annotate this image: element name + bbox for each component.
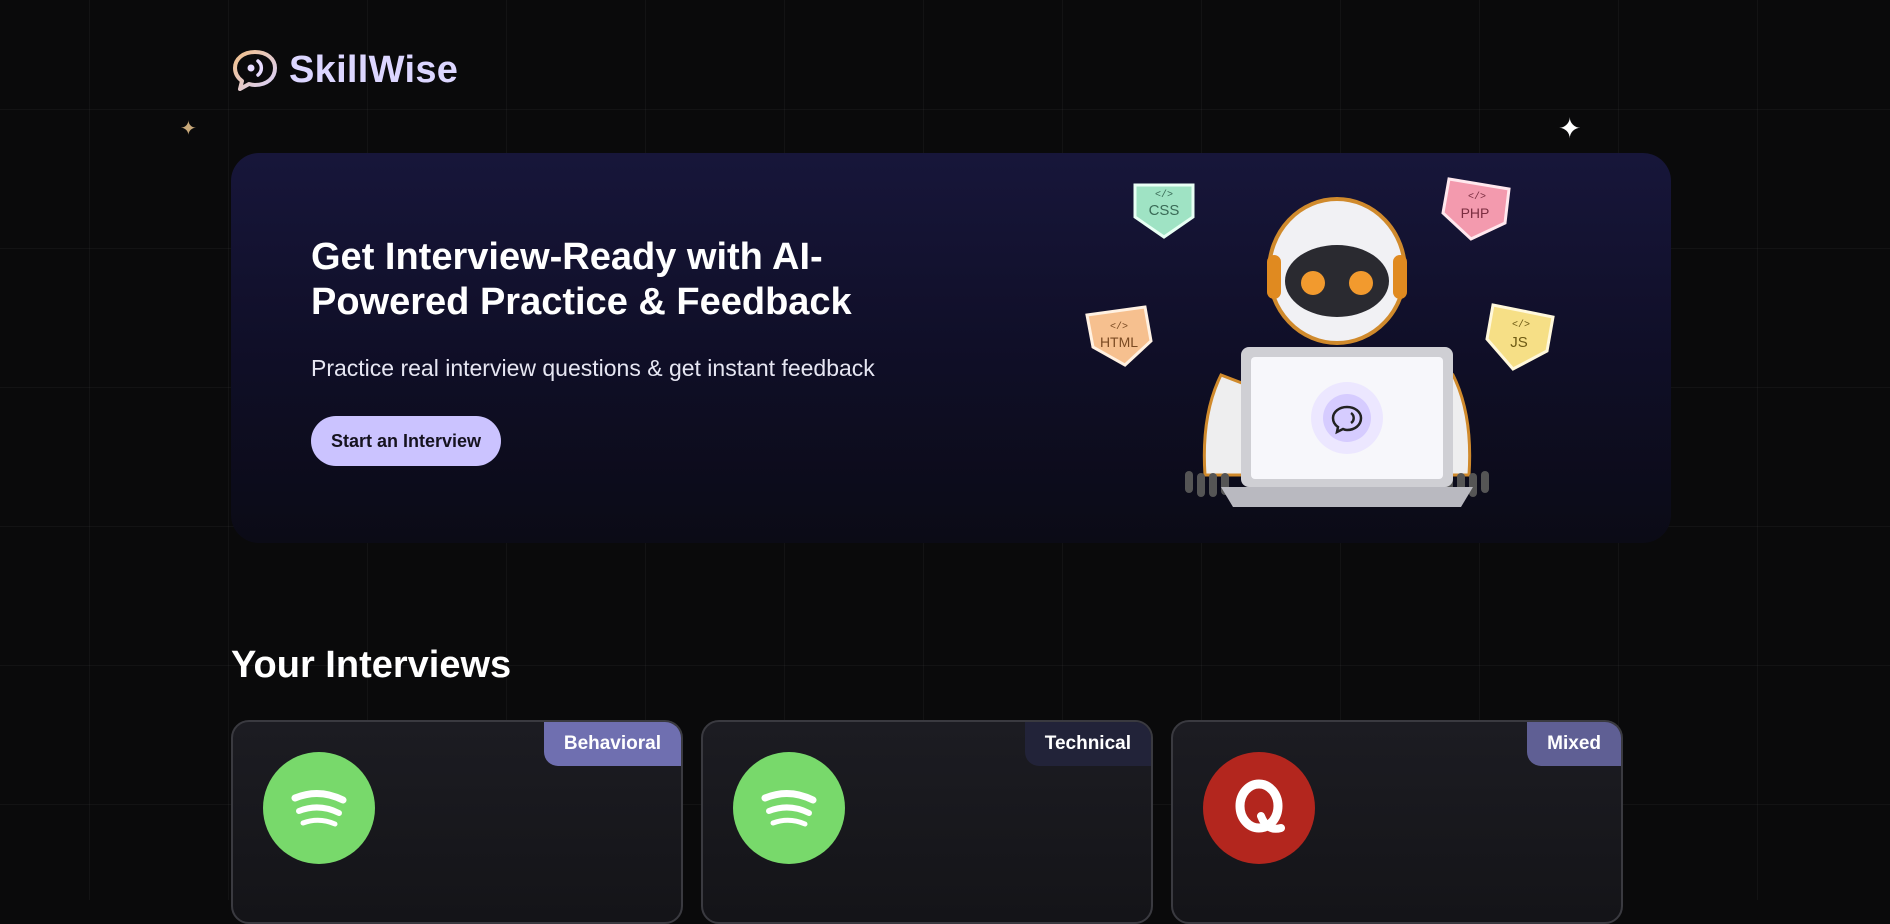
brand-logo[interactable]: SkillWise: [231, 48, 458, 92]
js-tag-label: JS: [1510, 334, 1528, 351]
interview-type-badge: Mixed: [1527, 722, 1621, 766]
svg-text:</>: </>: [1468, 191, 1486, 203]
start-interview-button[interactable]: Start an Interview: [311, 416, 502, 466]
js-tag-icon: </> JS: [1485, 303, 1555, 371]
laptop: [1221, 347, 1473, 507]
sparkle-decoration: ✦: [1558, 113, 1582, 144]
brand-name: SkillWise: [289, 48, 459, 91]
php-tag-label: PHP: [1461, 205, 1490, 221]
sparkle-decoration: ✦: [180, 118, 197, 140]
interview-card[interactable]: Technical: [701, 720, 1153, 924]
spotify-icon: [733, 752, 845, 864]
svg-text:</>: </>: [1155, 189, 1173, 201]
svg-text:</>: </>: [1110, 321, 1128, 333]
svg-text:</>: </>: [1512, 319, 1530, 331]
html-tag-label: HTML: [1100, 334, 1138, 350]
spotify-icon: [263, 752, 375, 864]
chat-bubble-logo-icon: [233, 50, 277, 91]
php-tag-icon: </> PHP: [1441, 177, 1511, 241]
interview-card[interactable]: Mixed: [1171, 720, 1623, 924]
quora-icon: [1203, 752, 1315, 864]
robot-laptop-illustration: </> CSS </> PHP </> HTML </> JS: [1085, 177, 1555, 507]
css-tag-label: CSS: [1149, 202, 1180, 219]
interview-type-badge: Technical: [1024, 722, 1151, 766]
css-tag-icon: </> CSS: [1133, 183, 1195, 239]
hero-subtitle: Practice real interview questions & get …: [311, 355, 875, 381]
html-tag-icon: </> HTML: [1085, 305, 1153, 367]
hero-title: Get Interview-Ready with AI-Powered Prac…: [311, 236, 852, 323]
interviews-section-title: Your Interviews: [231, 644, 512, 686]
interview-card[interactable]: Behavioral: [231, 720, 683, 924]
hero-banner: Get Interview-Ready with AI-Powered Prac…: [231, 153, 1671, 543]
interview-type-badge: Behavioral: [543, 722, 681, 766]
